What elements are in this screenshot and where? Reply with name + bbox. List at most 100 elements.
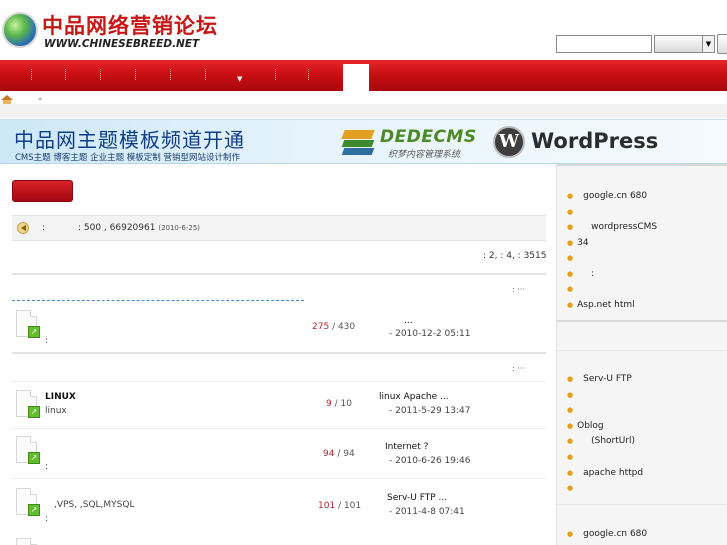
category-header-line xyxy=(12,273,546,275)
last-post-title[interactable]: Internet ? xyxy=(385,442,428,452)
last-post-title[interactable]: linux Apache ... xyxy=(379,392,449,402)
sidebar-link[interactable]: ● apache httpd xyxy=(567,468,643,478)
sidebar-link[interactable]: ● 34 xyxy=(567,238,589,248)
post-button[interactable] xyxy=(12,180,73,202)
forum-file-icon: ↗ xyxy=(16,310,40,338)
sidebar-link[interactable]: ● Asp.net html xyxy=(567,300,635,310)
forum-counts: 101 / 101 xyxy=(318,501,361,511)
forum-counts: 94 / 94 xyxy=(323,449,355,459)
category-header-line xyxy=(12,352,546,354)
forum-title[interactable]: LINUX xyxy=(45,392,76,402)
post-count: / 94 xyxy=(337,449,355,459)
sidebar-header-line xyxy=(557,164,727,166)
sidebar-link[interactable]: ● (ShortUrl) xyxy=(567,436,635,446)
search-button[interactable] xyxy=(717,34,727,54)
forum-file-icon: ↗ xyxy=(16,390,40,418)
logo-title: 中品网络营销论坛 xyxy=(42,14,218,38)
sidebar-link[interactable]: ● google.cn 680 xyxy=(567,529,647,539)
dedecms-brand: DEDECMS xyxy=(380,127,477,147)
forum-row[interactable] xyxy=(12,538,546,545)
nav-separator xyxy=(275,69,276,80)
chevron-down-icon: ▼ xyxy=(702,36,714,52)
sidebar-section-line xyxy=(557,320,727,322)
banner-subtitle: CMS主题 博客主题 企业主题 模板定制 营销型网站设计制作 xyxy=(15,153,240,163)
sidebar-link[interactable]: ● google.cn 680 xyxy=(567,191,647,201)
announcement-date: (2010-6-25) xyxy=(158,224,201,232)
topic-count: 101 xyxy=(318,501,336,511)
sidebar-link[interactable]: ● xyxy=(567,207,577,217)
banner-title: 中品网主题模板频道开通 xyxy=(14,128,245,152)
search-input[interactable] xyxy=(556,35,652,53)
forum-file-icon xyxy=(16,538,37,545)
sidebar-link[interactable]: ● xyxy=(567,483,577,493)
announcement-text[interactable]: : 500 , 66920961 (2010-6-25) xyxy=(78,223,200,233)
forum-counts: 9 / 10 xyxy=(326,399,352,409)
main-nav: ▼ xyxy=(0,60,727,91)
announcement-body: : 500 , 66920961 xyxy=(78,223,156,233)
sidebar-link[interactable]: ● Oblog xyxy=(567,421,604,431)
forum-file-icon: ↗ xyxy=(16,436,40,464)
dedecms-logo-icon xyxy=(341,127,375,157)
forum-desc: : xyxy=(45,462,49,472)
sidebar-link[interactable]: ● wordpressCMS xyxy=(567,222,657,232)
sidebar-link[interactable]: ● xyxy=(567,284,577,294)
dedecms-cn-label: 织梦内容管理系统 xyxy=(388,150,461,160)
sidebar: ● google.cn 680 ● ● wordpressCMS ● 34 ● ●: … xyxy=(556,164,727,545)
nav-separator xyxy=(170,69,171,80)
post-count: / 10 xyxy=(334,399,352,409)
globe-logo-icon xyxy=(2,12,38,48)
last-post-time: - 2010-6-26 19:46 xyxy=(389,456,471,466)
sidebar-section-line xyxy=(557,504,727,505)
sidebar-link[interactable]: ● Serv-U FTP xyxy=(567,374,632,384)
site-logo[interactable]: 中品网络营销论坛 WWW.CHINESEBREED.NET xyxy=(2,8,217,52)
forum-file-icon: ↗ xyxy=(16,488,40,516)
category-divider xyxy=(12,381,546,382)
nav-separator xyxy=(308,69,309,80)
forum-counts: 275 / 430 xyxy=(312,322,355,332)
forum-stats: : 2, : 4, : 3515 xyxy=(483,251,547,261)
sidebar-section-line xyxy=(557,350,727,351)
announcement-bar: : : 500 , 66920961 (2010-6-25) xyxy=(12,215,546,241)
nav-separator xyxy=(205,69,206,80)
post-count: / 430 xyxy=(332,322,356,332)
sidebar-link[interactable]: ● xyxy=(567,405,577,415)
nav-separator xyxy=(135,69,136,80)
forum-desc-extra: : xyxy=(45,514,49,524)
search-type-select[interactable]: ▼ xyxy=(654,35,715,53)
sidebar-link[interactable]: ● xyxy=(567,390,577,400)
breadcrumb-bar xyxy=(0,104,727,118)
row-divider xyxy=(12,478,546,479)
wordpress-brand: WordPress xyxy=(531,129,659,153)
announcement-colon: : xyxy=(42,223,46,233)
last-post-time: - 2011-4-8 07:41 xyxy=(389,507,465,517)
forum-row[interactable]: ↗ ,VPS, ,SQL,MYSQL : 101 / 101 Serv-U FT… xyxy=(12,488,546,538)
topic-count: 94 xyxy=(323,449,335,459)
logo-subtitle: WWW.CHINESEBREED.NET xyxy=(44,38,200,50)
forum-desc: linux xyxy=(45,406,67,416)
nav-dropdown-caret-icon[interactable]: ▼ xyxy=(237,75,242,83)
sidebar-link[interactable]: ● xyxy=(567,253,577,263)
last-post-time: - 2010-12-2 05:11 xyxy=(389,329,471,339)
breadcrumb-separator: » xyxy=(38,95,43,103)
nav-separator xyxy=(31,69,32,80)
post-count: / 101 xyxy=(338,501,362,511)
forum-desc: ,VPS, ,SQL,MYSQL xyxy=(54,500,135,510)
sidebar-link[interactable]: ●: xyxy=(567,269,594,279)
topic-count: 275 xyxy=(312,322,330,332)
topic-count: 9 xyxy=(326,399,332,409)
last-post-time: - 2011-5-29 13:47 xyxy=(389,406,471,416)
row-divider xyxy=(12,428,546,429)
nav-separator xyxy=(100,69,101,80)
category-meta[interactable]: : ··· xyxy=(512,364,525,373)
speaker-icon xyxy=(17,222,29,234)
forum-desc: : xyxy=(45,336,49,346)
nav-item-active[interactable] xyxy=(343,64,369,91)
nav-separator xyxy=(65,69,66,80)
category-divider xyxy=(12,300,304,301)
category-meta[interactable]: : ··· xyxy=(512,285,525,294)
forum-row[interactable]: ↗ LINUX linux 9 / 10 linux Apache ... - … xyxy=(12,390,546,440)
sidebar-link[interactable]: ● xyxy=(567,452,577,462)
last-post-title[interactable]: Serv-U FTP ... xyxy=(387,493,447,503)
last-post-title[interactable]: ... xyxy=(404,316,413,326)
promo-banner[interactable]: 中品网主题模板频道开通 CMS主题 博客主题 企业主题 模板定制 营销型网站设计… xyxy=(0,119,727,164)
